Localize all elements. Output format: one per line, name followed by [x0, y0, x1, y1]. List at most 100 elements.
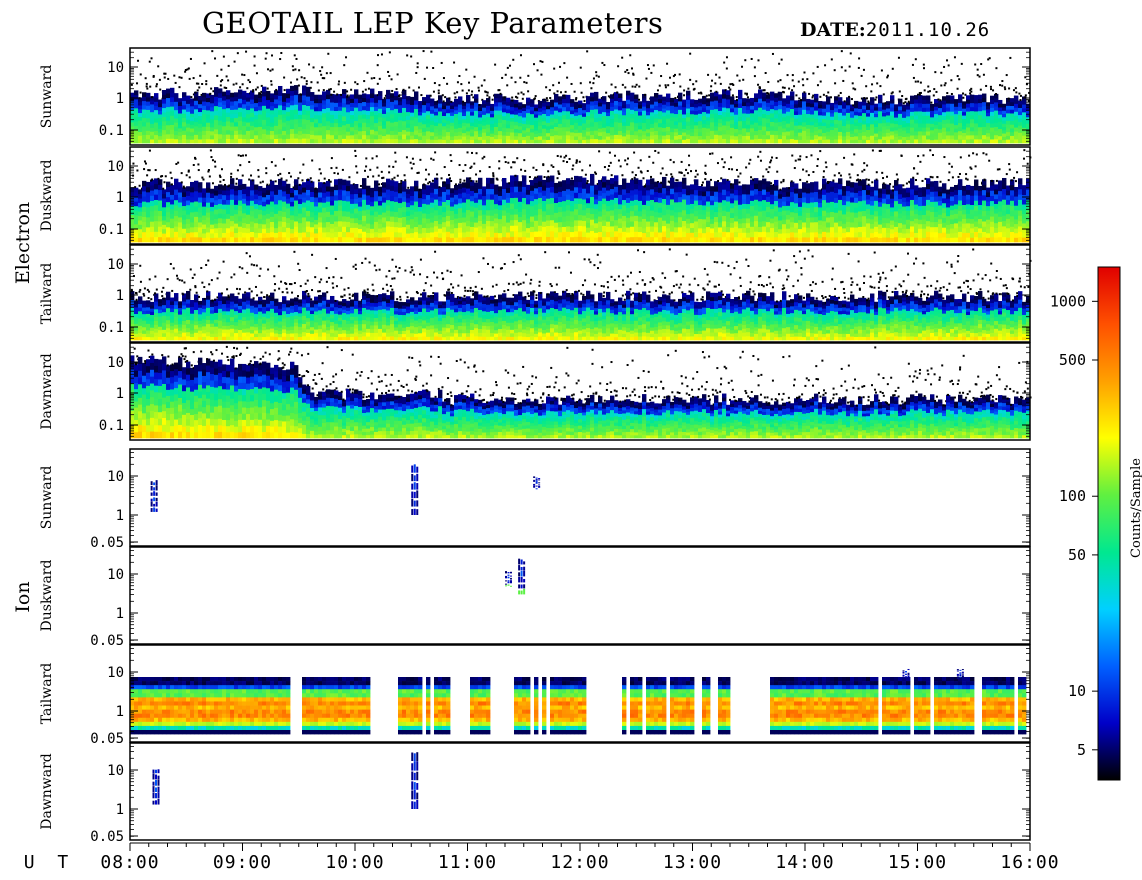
- electron-dot: [563, 62, 566, 65]
- electron-cell: [414, 221, 419, 228]
- electron-cell: [422, 198, 427, 204]
- electron-cell: [594, 184, 599, 190]
- electron-cell: [594, 121, 599, 127]
- electron-cell: [278, 138, 283, 144]
- electron-cell: [214, 138, 219, 144]
- electron-cell: [754, 138, 759, 144]
- electron-cell: [390, 205, 395, 212]
- electron-cell: [1018, 128, 1023, 133]
- electron-cell: [334, 236, 339, 243]
- electron-cell: [142, 201, 147, 207]
- electron-dot: [394, 160, 397, 163]
- electron-cell: [318, 138, 323, 144]
- electron-cell: [166, 120, 171, 126]
- electron-cell: [302, 109, 307, 115]
- electron-cell: [198, 232, 203, 238]
- electron-cell: [166, 88, 171, 94]
- electron-cell: [862, 135, 867, 140]
- electron-cell: [146, 138, 151, 144]
- electron-cell: [534, 133, 539, 137]
- electron-cell: [902, 107, 907, 112]
- electron-dot: [683, 94, 686, 97]
- electron-cell: [806, 98, 811, 104]
- electron-cell: [306, 231, 311, 238]
- electron-cell: [302, 192, 307, 198]
- electron-cell: [570, 205, 575, 212]
- electron-cell: [350, 208, 355, 214]
- electron-cell: [634, 130, 639, 136]
- electron-cell: [166, 231, 171, 238]
- electron-cell: [970, 134, 975, 140]
- electron-cell: [502, 236, 507, 243]
- electron-cell: [206, 232, 211, 238]
- electron-cell: [674, 117, 679, 122]
- electron-cell: [378, 117, 383, 122]
- electron-cell: [910, 119, 915, 124]
- electron-cell: [522, 133, 527, 137]
- electron-cell: [322, 125, 327, 131]
- electron-cell: [678, 117, 683, 123]
- electron-cell: [326, 116, 331, 122]
- electron-cell: [722, 107, 727, 113]
- electron-cell: [298, 102, 303, 107]
- electron-cell: [982, 122, 987, 127]
- electron-cell: [358, 134, 363, 140]
- electron-cell: [142, 236, 147, 243]
- electron-cell: [970, 114, 975, 120]
- electron-cell: [382, 117, 387, 122]
- electron-cell: [490, 220, 495, 227]
- electron-dot: [248, 178, 251, 181]
- electron-cell: [394, 99, 399, 105]
- electron-dot: [239, 164, 242, 167]
- electron-cell: [214, 199, 219, 205]
- electron-dot: [735, 98, 738, 101]
- electron-cell: [610, 118, 615, 124]
- electron-cell: [842, 111, 847, 116]
- electron-dot: [402, 88, 405, 91]
- electron-cell: [494, 198, 499, 205]
- electron-dot: [822, 93, 825, 96]
- electron-cell: [158, 132, 163, 137]
- electron-cell: [462, 105, 467, 110]
- electron-cell: [170, 199, 175, 205]
- electron-cell: [758, 116, 763, 122]
- electron-dot: [227, 64, 230, 67]
- electron-cell: [158, 135, 163, 140]
- electron-cell: [878, 126, 883, 132]
- electron-dot: [134, 186, 137, 189]
- electron-cell: [506, 131, 511, 136]
- electron-cell: [262, 205, 267, 211]
- electron-cell: [998, 135, 1003, 140]
- electron-cell: [290, 228, 295, 234]
- electron-cell: [1014, 135, 1019, 140]
- electron-cell: [946, 131, 951, 136]
- electron-cell: [714, 117, 719, 123]
- electron-cell: [918, 127, 923, 132]
- electron-dot: [605, 91, 608, 94]
- electron-cell: [254, 102, 259, 108]
- electron-dot: [366, 71, 369, 74]
- electron-cell: [150, 100, 155, 105]
- electron-cell: [958, 110, 963, 116]
- electron-cell: [914, 95, 919, 100]
- electron-cell: [146, 196, 151, 203]
- electron-cell: [134, 192, 139, 198]
- electron-cell: [874, 116, 879, 121]
- electron-cell: [246, 97, 251, 102]
- electron-cell: [282, 130, 287, 136]
- electron-cell: [654, 138, 659, 144]
- electron-dot: [388, 165, 391, 168]
- electron-cell: [798, 125, 803, 130]
- electron-cell: [278, 184, 283, 190]
- electron-cell: [254, 130, 259, 136]
- electron-dot: [547, 170, 550, 173]
- electron-dot: [974, 63, 977, 66]
- electron-cell: [526, 120, 531, 125]
- electron-cell: [522, 117, 527, 121]
- electron-cell: [562, 114, 567, 120]
- electron-dot: [581, 169, 584, 172]
- electron-cell: [902, 127, 907, 131]
- electron-cell: [166, 129, 171, 135]
- electron-cell: [946, 107, 951, 112]
- electron-cell: [390, 138, 395, 144]
